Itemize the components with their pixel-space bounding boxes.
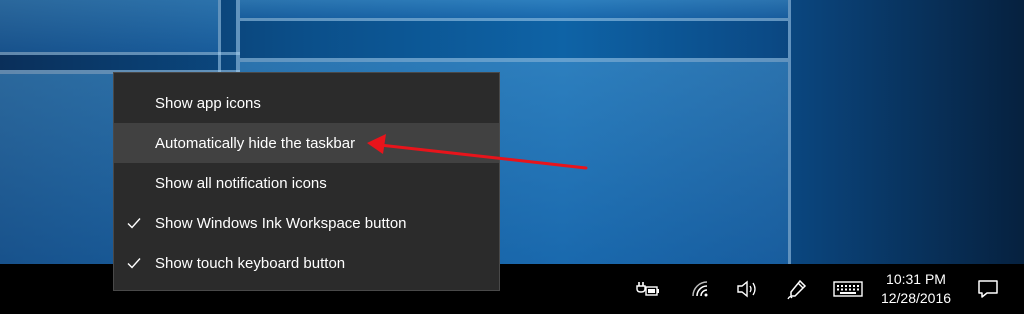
touch-keyboard-icon[interactable] (830, 264, 866, 314)
menu-item-show-ink-workspace-button[interactable]: Show Windows Ink Workspace button (114, 203, 499, 243)
clock-time: 10:31 PM (886, 271, 946, 287)
action-center-icon[interactable] (972, 264, 1004, 314)
checkmark-icon (127, 218, 141, 229)
taskbar-context-menu: Show app icons Automatically hide the ta… (113, 72, 500, 291)
menu-item-label: Automatically hide the taskbar (155, 134, 356, 152)
clock[interactable]: 10:31 PM 12/28/2016 (868, 264, 964, 314)
menu-item-show-app-icons[interactable]: Show app icons (114, 83, 499, 123)
wifi-icon[interactable] (686, 264, 714, 314)
clock-date: 12/28/2016 (880, 290, 952, 306)
volume-icon[interactable] (732, 264, 762, 314)
menu-item-label: Show app icons (155, 94, 261, 112)
menu-item-auto-hide-taskbar[interactable]: Automatically hide the taskbar (114, 123, 499, 163)
windows-ink-pen-icon[interactable] (782, 264, 812, 314)
menu-item-show-notification-icons[interactable]: Show all notification icons (114, 163, 499, 203)
battery-power-icon[interactable] (630, 264, 666, 314)
checkmark-icon (127, 258, 141, 269)
menu-item-label: Show touch keyboard button (155, 254, 346, 272)
menu-item-label: Show Windows Ink Workspace button (155, 214, 407, 232)
menu-item-label: Show all notification icons (155, 174, 327, 192)
menu-item-show-touch-keyboard-button[interactable]: Show touch keyboard button (114, 243, 499, 283)
